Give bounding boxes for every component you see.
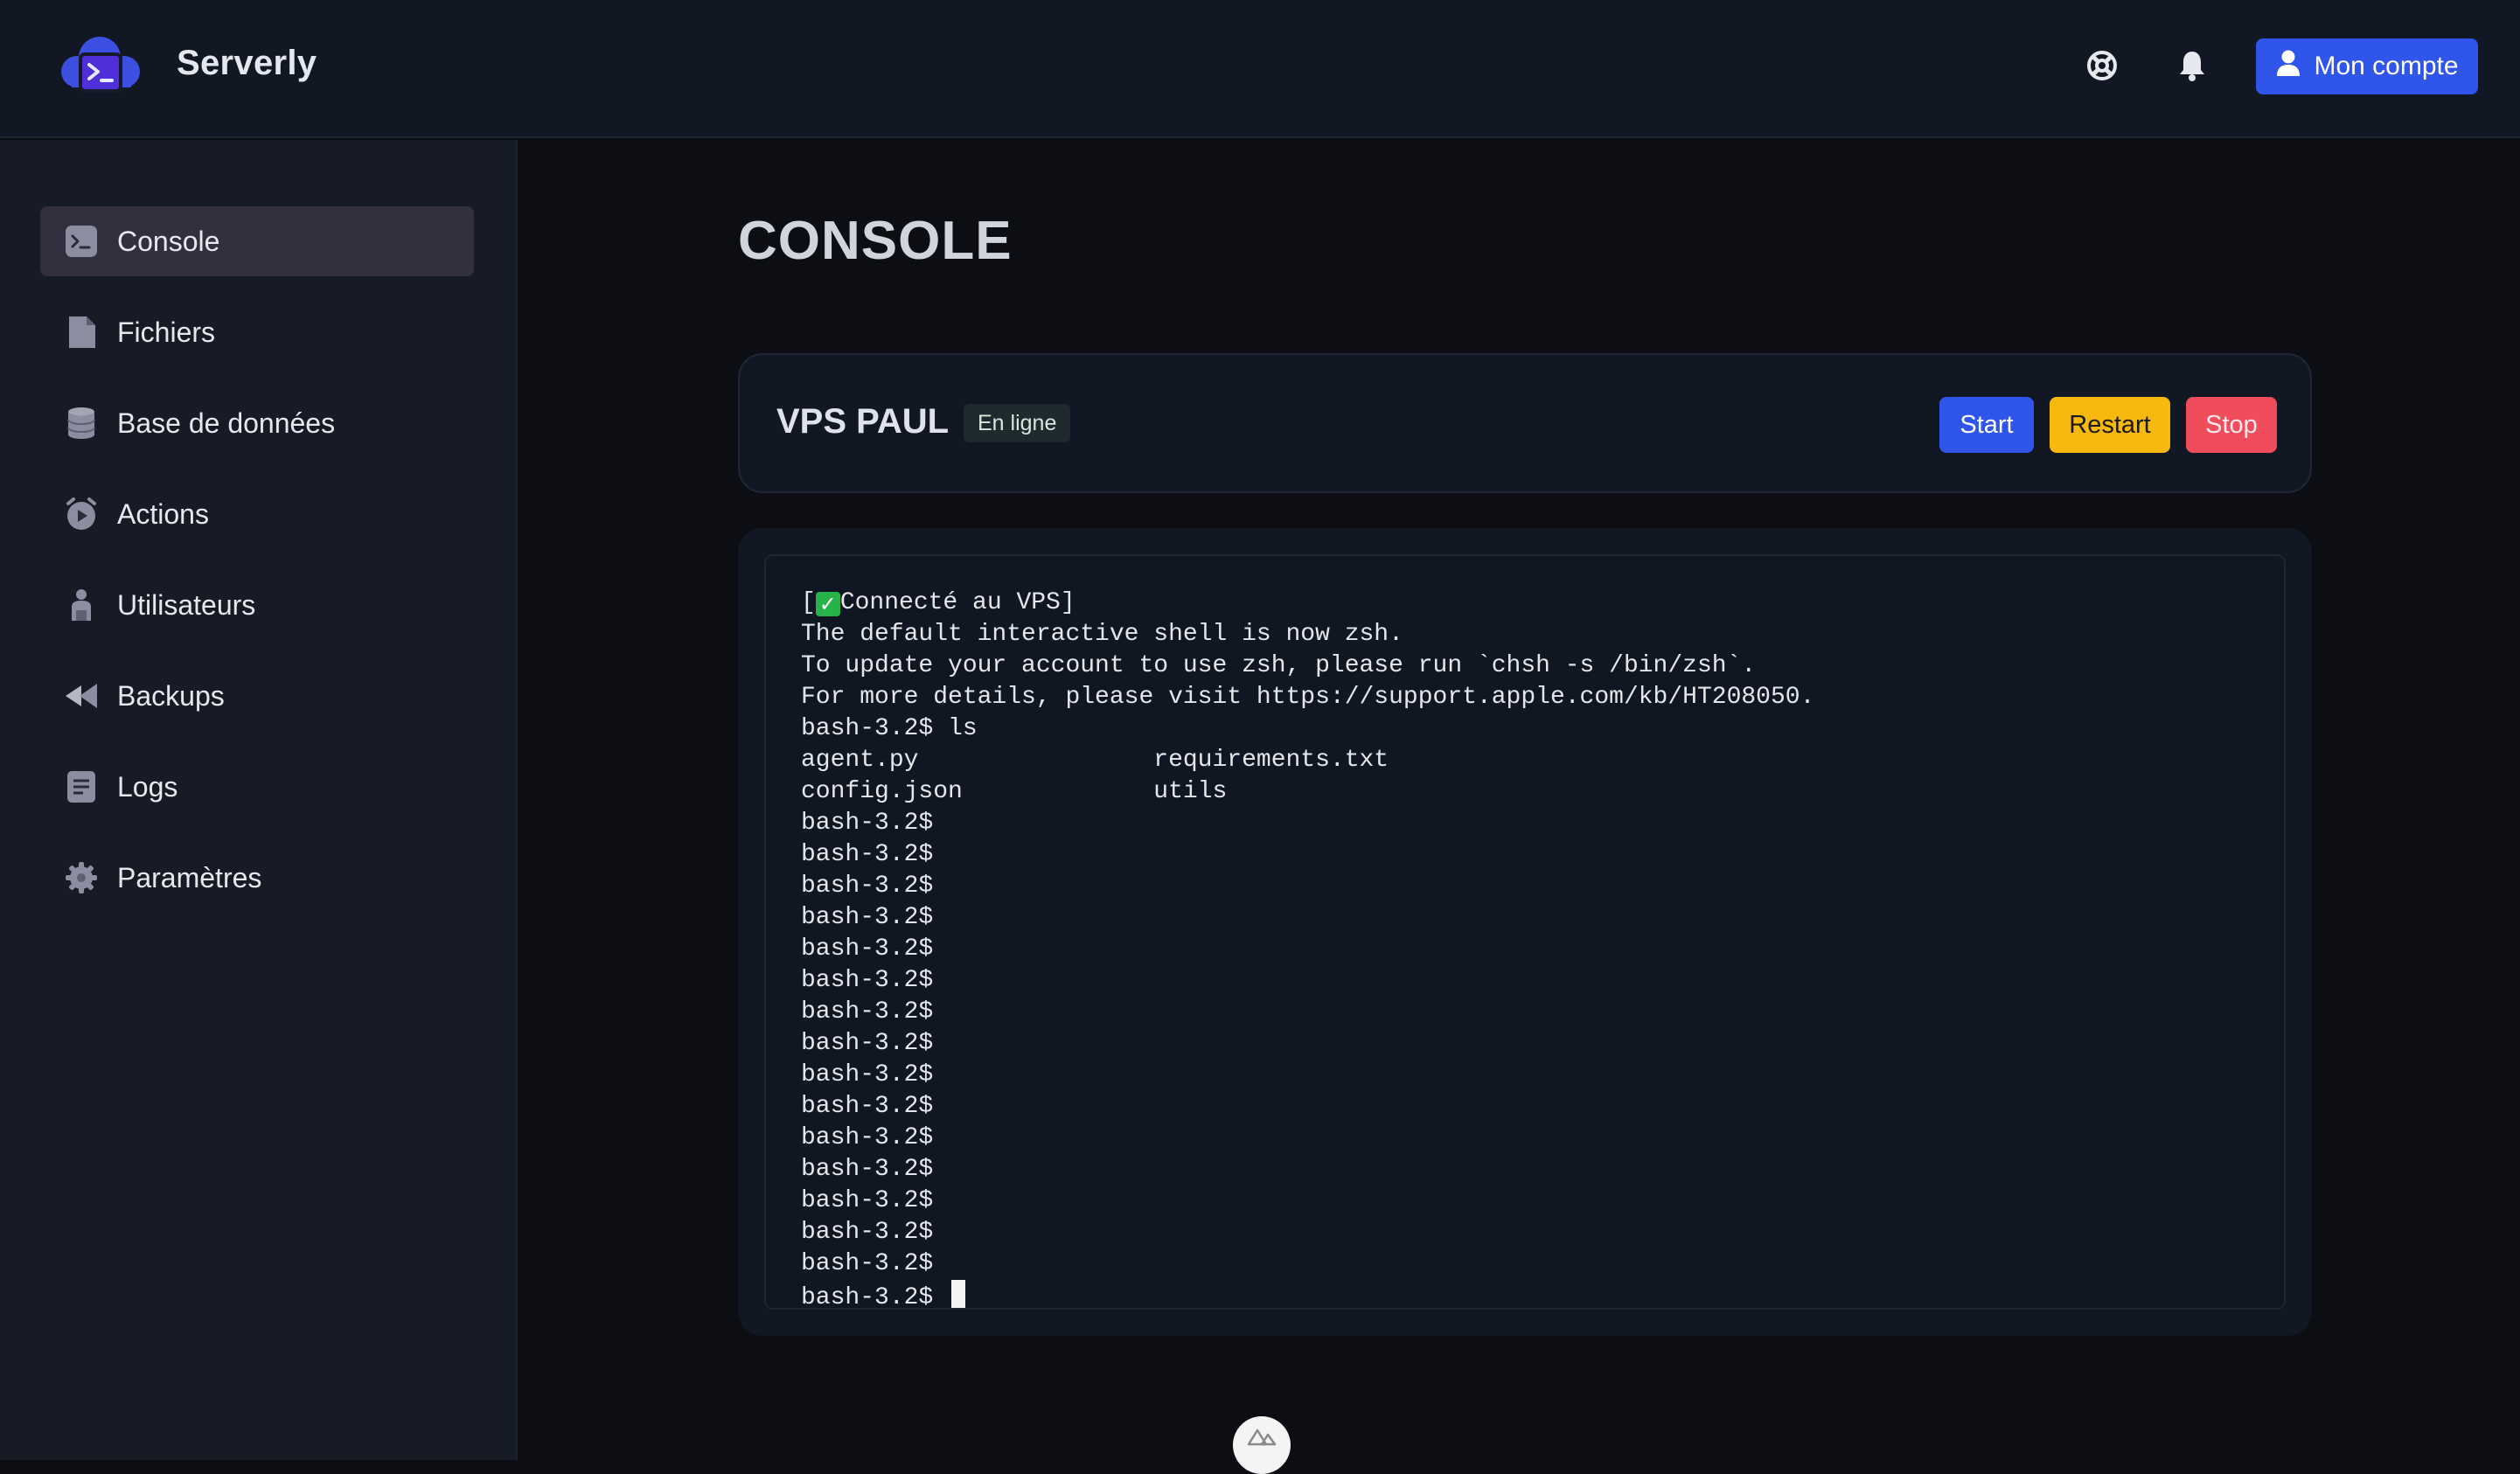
terminal-line: bash-3.2$ <box>801 1124 934 1151</box>
sidebar-item-backups[interactable]: Backups <box>40 661 474 731</box>
serverly-logo-icon[interactable] <box>58 31 145 100</box>
sidebar-item-base-de-donnees[interactable]: Base de données <box>40 388 474 458</box>
nuxt-logo-icon <box>1247 1427 1277 1450</box>
terminal-line: For more details, please visit https://s… <box>801 684 1815 711</box>
terminal-line: bash-3.2$ <box>801 1219 934 1246</box>
clock-play-icon <box>63 496 100 532</box>
terminal-connect-text: Connecté au VPS] <box>839 589 1076 616</box>
database-icon <box>63 405 100 442</box>
sidebar-item-actions[interactable]: Actions <box>40 479 474 549</box>
terminal-connect-line: [✓ Connecté au VPS] <box>801 588 2284 619</box>
bell-icon[interactable] <box>2174 47 2210 84</box>
terminal-icon <box>63 223 100 260</box>
stop-button[interactable]: Stop <box>2186 397 2277 453</box>
server-name: VPS PAUL <box>776 402 950 441</box>
restart-button[interactable]: Restart <box>2050 397 2170 453</box>
terminal-line: bash-3.2$ <box>801 810 934 837</box>
sidebar-item-fichiers[interactable]: Fichiers <box>40 297 474 367</box>
sidebar-item-label: Backups <box>117 679 225 712</box>
terminal-line: bash-3.2$ <box>801 1061 934 1088</box>
document-lines-icon <box>63 768 100 805</box>
sidebar-item-label: Actions <box>117 497 209 530</box>
terminal-line: bash-3.2$ <box>801 935 934 963</box>
terminal-line: bash-3.2$ <box>801 904 934 931</box>
terminal-line: bash-3.2$ <box>801 1250 934 1277</box>
terminal-line: bash-3.2$ <box>801 841 934 868</box>
sidebar-item-label: Paramètres <box>117 861 262 893</box>
help-lifebuoy-icon[interactable] <box>2084 47 2120 84</box>
sidebar-item-console[interactable]: Console <box>40 206 474 276</box>
top-bar: Serverly Mon compte <box>0 0 2520 138</box>
terminal-cursor <box>951 1280 966 1308</box>
terminal-line: bash-3.2$ <box>801 967 934 994</box>
status-badge: En ligne <box>964 404 1071 442</box>
start-button[interactable]: Start <box>1939 397 2034 453</box>
terminal-line: To update your account to use zsh, pleas… <box>801 652 1757 679</box>
terminal[interactable]: [✓ Connecté au VPS] The default interacti… <box>764 554 2286 1310</box>
nuxt-devtools-button[interactable] <box>1233 1416 1291 1474</box>
terminal-line: bash-3.2$ <box>801 1156 934 1183</box>
terminal-connect-prefix: [ <box>801 589 816 616</box>
terminal-output: The default interactive shell is now zsh… <box>801 619 2284 1280</box>
terminal-prompt-line[interactable]: bash-3.2$ <box>801 1280 2284 1310</box>
account-button-label: Mon compte <box>2314 52 2459 80</box>
terminal-line: bash-3.2$ <box>801 873 934 900</box>
sidebar: Console Fichiers Base de données Actions… <box>0 140 518 1460</box>
user-icon <box>2275 49 2301 84</box>
terminal-line: bash-3.2$ <box>801 1187 934 1214</box>
brand-name: Serverly <box>177 44 317 82</box>
page-title: CONSOLE <box>738 211 1013 271</box>
console-card: [✓ Connecté au VPS] The default interacti… <box>738 528 2312 1336</box>
sidebar-item-label: Base de données <box>117 407 336 439</box>
sidebar-item-logs[interactable]: Logs <box>40 752 474 822</box>
sidebar-item-utilisateurs[interactable]: Utilisateurs <box>40 570 474 640</box>
sidebar-item-parametres[interactable]: Paramètres <box>40 843 474 913</box>
gear-icon <box>63 859 100 896</box>
terminal-line: agent.py requirements.txt <box>801 747 1389 774</box>
terminal-line: bash-3.2$ ls <box>801 715 978 742</box>
file-icon <box>63 314 100 351</box>
checkmark-icon: ✓ <box>815 592 840 616</box>
user-icon <box>63 587 100 623</box>
sidebar-item-label: Utilisateurs <box>117 588 256 621</box>
terminal-line: The default interactive shell is now zsh… <box>801 621 1403 648</box>
terminal-line: bash-3.2$ <box>801 1093 934 1120</box>
terminal-prompt: bash-3.2$ <box>801 1284 949 1310</box>
sidebar-item-label: Logs <box>117 770 178 803</box>
sidebar-item-label: Fichiers <box>117 316 216 348</box>
rewind-icon <box>63 678 100 714</box>
terminal-line: bash-3.2$ <box>801 998 934 1026</box>
terminal-line: config.json utils <box>801 778 1228 805</box>
account-button[interactable]: Mon compte <box>2256 38 2478 94</box>
sidebar-item-label: Console <box>117 225 220 257</box>
terminal-line: bash-3.2$ <box>801 1030 934 1057</box>
server-card: VPS PAUL En ligne Start Restart Stop <box>738 353 2312 493</box>
